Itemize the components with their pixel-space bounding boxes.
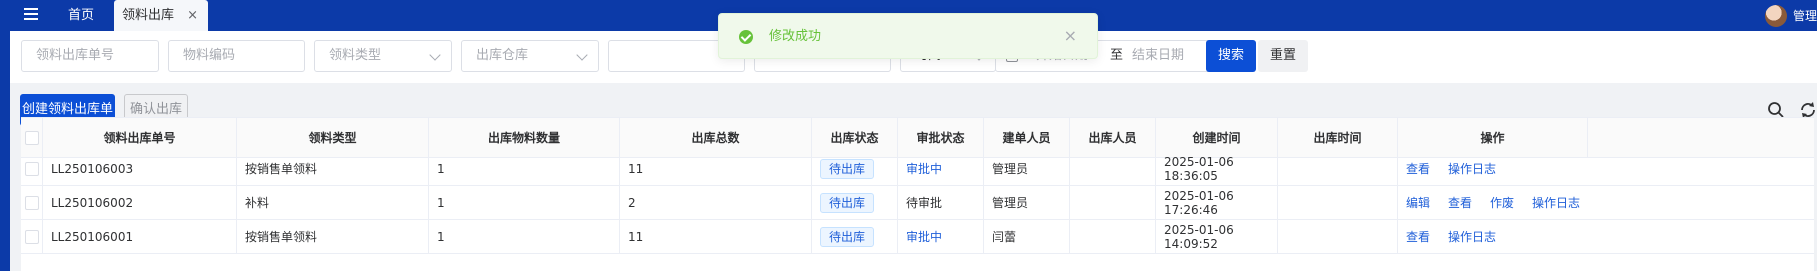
- pick-type-placeholder: 领料类型: [329, 48, 382, 63]
- out-status-cell: 待出库: [812, 186, 898, 219]
- warehouse-select[interactable]: 出库仓库: [461, 40, 599, 72]
- total: 11: [620, 220, 812, 253]
- row-checkbox[interactable]: [24, 229, 39, 244]
- pick-type-select[interactable]: 领料类型: [314, 40, 452, 72]
- avatar: [1764, 4, 1787, 27]
- success-icon: [739, 30, 753, 44]
- order-no: LL250106002: [43, 186, 237, 219]
- out-time: [1278, 186, 1398, 219]
- created-time: 2025-01-06 14:09:52: [1156, 220, 1278, 253]
- reset-button[interactable]: 重置: [1258, 40, 1308, 72]
- row-select-cell: [21, 220, 43, 253]
- select-all-checkbox[interactable]: [24, 130, 39, 145]
- qty: 1: [429, 186, 620, 219]
- outbound-table: 领料出库单号 领料类型 出库物料数量 出库总数 出库状态 审批状态 建单人员 出…: [21, 117, 1814, 271]
- row-checkbox[interactable]: [24, 161, 39, 176]
- table-row: LL250106001 按销售单领料 1 11 待出库 审批中 闫蕾 2025-…: [21, 220, 1814, 254]
- tab-picking-outbound[interactable]: 领料出库 ×: [114, 0, 208, 31]
- row-select-cell: [21, 152, 43, 185]
- actions-cell: 编辑 查看 作废 操作日志: [1398, 186, 1588, 219]
- log-link[interactable]: 操作日志: [1532, 194, 1580, 211]
- view-link[interactable]: 查看: [1406, 228, 1430, 245]
- approve-status[interactable]: 审批中: [898, 220, 984, 253]
- actions-cell: 查看 操作日志: [1398, 220, 1588, 253]
- user-name: 管理: [1792, 9, 1817, 23]
- status-badge: 待出库: [820, 158, 875, 179]
- creator: 管理员: [984, 186, 1070, 219]
- user-menu[interactable]: 管理: [1764, 0, 1817, 31]
- app: 首页 领料出库 × 管理 领料出库单号 物料编码 领料类型 出库仓库 时间 开始…: [0, 0, 1817, 271]
- table-row: LL250106002 补料 1 2 待出库 待审批 管理员 2025-01-0…: [21, 186, 1814, 220]
- out-user: [1070, 186, 1156, 219]
- actions-cell: 查看 操作日志: [1398, 152, 1588, 185]
- total: 11: [620, 152, 812, 185]
- order-no: LL250106001: [43, 220, 237, 253]
- out-status-cell: 待出库: [812, 220, 898, 253]
- creator: 闫蕾: [984, 220, 1070, 253]
- creator: 管理员: [984, 152, 1070, 185]
- created-time: 2025-01-06 18:36:05: [1156, 152, 1278, 185]
- toast-message: 修改成功: [769, 29, 822, 44]
- out-status-cell: 待出库: [812, 152, 898, 185]
- chevron-down-icon: [429, 49, 441, 61]
- order-no: LL250106003: [43, 152, 237, 185]
- material-code-input[interactable]: 物料编码: [168, 40, 305, 72]
- out-time: [1278, 152, 1398, 185]
- row-checkbox[interactable]: [24, 195, 39, 210]
- out-user: [1070, 152, 1156, 185]
- view-link[interactable]: 查看: [1448, 194, 1472, 211]
- void-link[interactable]: 作废: [1490, 194, 1514, 211]
- search-button[interactable]: 搜索: [1206, 40, 1256, 72]
- pick-type: 补料: [237, 186, 429, 219]
- tab-label: 领料出库: [122, 8, 175, 23]
- approve-status[interactable]: 审批中: [898, 152, 984, 185]
- status-badge: 待出库: [820, 226, 875, 247]
- edit-link[interactable]: 编辑: [1406, 194, 1430, 211]
- log-link[interactable]: 操作日志: [1448, 160, 1496, 177]
- created-time: 2025-01-06 17:26:46: [1156, 186, 1278, 219]
- view-link[interactable]: 查看: [1406, 160, 1430, 177]
- end-date: 结束日期: [1132, 48, 1185, 63]
- chevron-down-icon: [576, 49, 588, 61]
- success-toast: 修改成功 ×: [718, 13, 1098, 59]
- row-select-cell: [21, 186, 43, 219]
- tab-home[interactable]: 首页: [52, 0, 110, 31]
- order-no-input[interactable]: 领料出库单号: [21, 40, 159, 72]
- menu-icon[interactable]: [20, 3, 42, 25]
- approve-status: 待审批: [898, 186, 984, 219]
- sidebar-edge: [0, 0, 10, 271]
- out-user: [1070, 220, 1156, 253]
- out-time: [1278, 220, 1398, 253]
- log-link[interactable]: 操作日志: [1448, 228, 1496, 245]
- qty: 1: [429, 220, 620, 253]
- total: 2: [620, 186, 812, 219]
- status-badge: 待出库: [820, 192, 875, 213]
- date-separator: 至: [1110, 48, 1124, 63]
- pick-type: 按销售单领料: [237, 220, 429, 253]
- close-tab-icon[interactable]: ×: [187, 0, 198, 31]
- table-row: LL250106003 按销售单领料 1 11 待出库 审批中 管理员 2025…: [21, 152, 1814, 186]
- qty: 1: [429, 152, 620, 185]
- pick-type: 按销售单领料: [237, 152, 429, 185]
- close-icon[interactable]: ×: [1064, 14, 1077, 58]
- warehouse-placeholder: 出库仓库: [476, 48, 529, 63]
